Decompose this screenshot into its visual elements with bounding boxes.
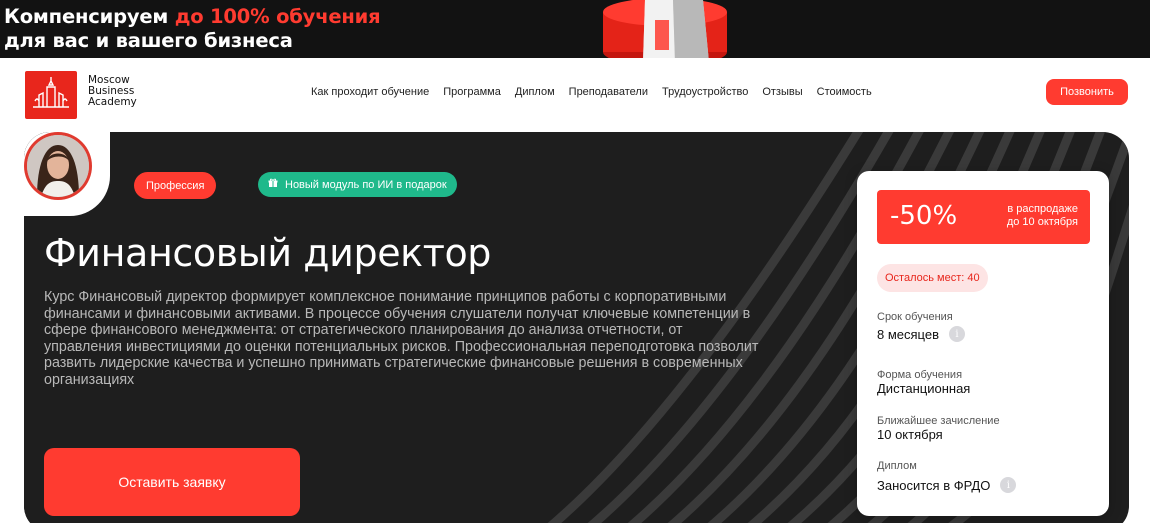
promo-accent: до 100% обучения: [174, 5, 381, 28]
duration-label: Срок обучения: [877, 311, 953, 323]
promo-3d-art: [603, 0, 727, 58]
course-info-card: -50% в распродаже до 10 октября Осталось…: [857, 171, 1109, 516]
nav-how-it-works[interactable]: Как проходит обучение: [311, 86, 429, 98]
nav-teachers[interactable]: Преподаватели: [569, 86, 648, 98]
promo-banner[interactable]: Компенсируем до 100% обучения для вас и …: [0, 0, 1150, 58]
enroll-label: Ближайшее зачисление: [877, 415, 1000, 427]
logo-word-3: Academy: [88, 96, 137, 108]
diploma-label: Диплом: [877, 460, 917, 472]
diploma-info-icon[interactable]: i: [1000, 477, 1017, 493]
ai-module-tag: Новый модуль по ИИ в подарок: [258, 172, 457, 197]
sale-line-2: до 10 октября: [1006, 216, 1078, 228]
main-nav: Как проходит обучение Программа Диплом П…: [311, 86, 872, 98]
diploma-value-row: Заносится в ФРДО i: [877, 477, 1017, 493]
nav-reviews[interactable]: Отзывы: [762, 86, 802, 98]
course-title: Финансовый директор: [44, 231, 492, 275]
avatar-portrait: [27, 135, 89, 197]
ai-module-label: Новый модуль по ИИ в подарок: [285, 178, 447, 191]
nav-program[interactable]: Программа: [443, 86, 501, 98]
logo-mark-icon[interactable]: [25, 71, 77, 119]
nav-employment[interactable]: Трудоустройство: [662, 86, 748, 98]
logo-text[interactable]: Moscow Business Academy: [88, 75, 137, 108]
format-label: Форма обучения: [877, 369, 963, 381]
promo-line1: Компенсируем: [4, 5, 175, 28]
duration-info-icon[interactable]: i: [949, 326, 965, 342]
sale-line-1: в распродаже: [1007, 203, 1078, 215]
kremlin-icon: [33, 77, 69, 108]
site-header: Moscow Business Academy Как проходит обу…: [0, 58, 1150, 132]
teacher-avatar: [24, 132, 92, 200]
course-description: Курс Финансовый директор формирует компл…: [44, 289, 759, 388]
discount-value: -50%: [890, 201, 958, 231]
nav-price[interactable]: Стоимость: [817, 86, 872, 98]
format-value: Дистанционная: [877, 381, 971, 396]
sale-banner: -50% в распродаже до 10 октября: [877, 190, 1090, 244]
sale-note: в распродаже до 10 октября: [1007, 203, 1078, 229]
call-button[interactable]: Позвонить: [1046, 79, 1128, 105]
enroll-value: 10 октября: [877, 427, 943, 442]
seats-left-badge: Осталось мест: 40: [877, 264, 988, 292]
duration-value: 8 месяцев: [877, 326, 939, 342]
nav-diploma[interactable]: Диплом: [515, 86, 555, 98]
apply-button[interactable]: Оставить заявку: [44, 448, 300, 516]
profession-tag: Профессия: [134, 172, 217, 199]
promo-text: Компенсируем до 100% обучения для вас и …: [4, 5, 381, 53]
gift-icon: [268, 178, 278, 191]
duration-value-row: 8 месяцев i: [877, 326, 965, 342]
diploma-value: Заносится в ФРДО: [877, 477, 991, 493]
promo-line2: для вас и вашего бизнеса: [4, 29, 293, 52]
